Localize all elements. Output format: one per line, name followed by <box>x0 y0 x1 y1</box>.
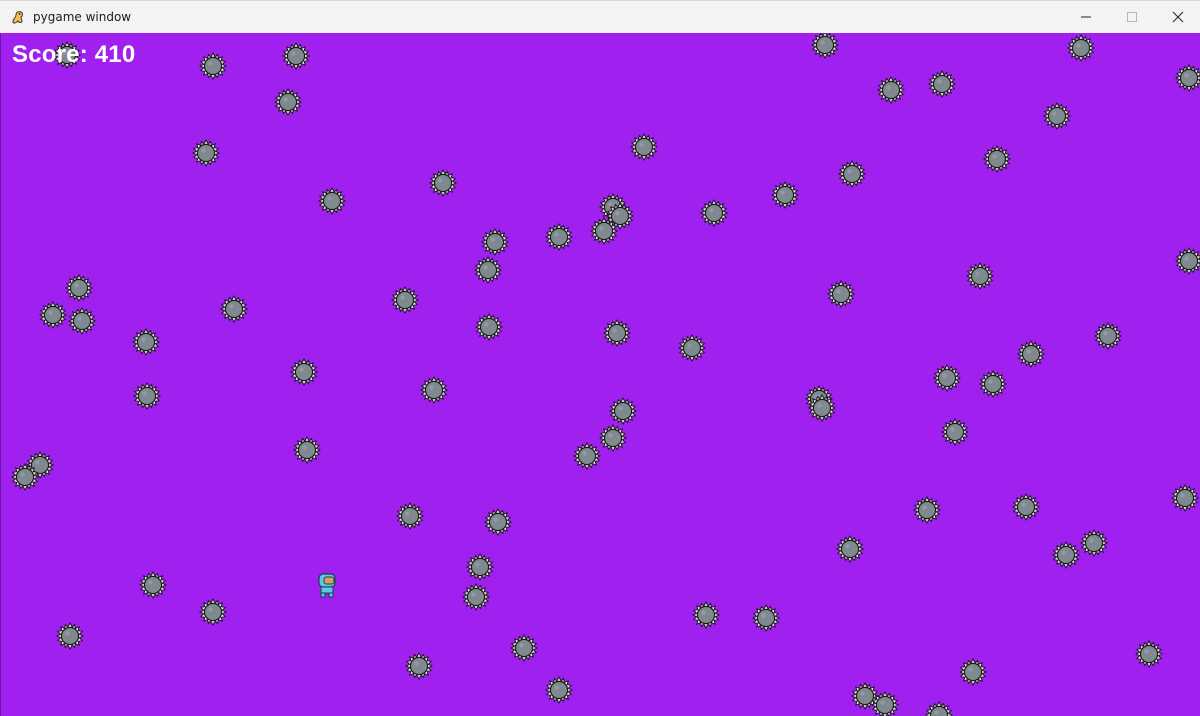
pygame-snake-icon <box>12 11 23 24</box>
title-bar[interactable]: pygame window <box>0 0 1200 33</box>
window-title: pygame window <box>33 10 132 24</box>
minimize-button[interactable] <box>1063 1 1109 33</box>
maximize-button[interactable] <box>1109 1 1155 33</box>
game-canvas[interactable]: Score: 410 <box>0 33 1200 716</box>
player-layer <box>318 573 336 598</box>
close-button[interactable] <box>1155 1 1200 33</box>
minimize-icon <box>1081 16 1091 18</box>
close-icon <box>1172 11 1184 23</box>
score-label: Score: 410 <box>12 41 136 68</box>
astronaut-player-icon <box>318 573 336 598</box>
maximize-icon <box>1127 12 1137 22</box>
pygame-window: pygame window Score: 410 <box>0 0 1200 716</box>
